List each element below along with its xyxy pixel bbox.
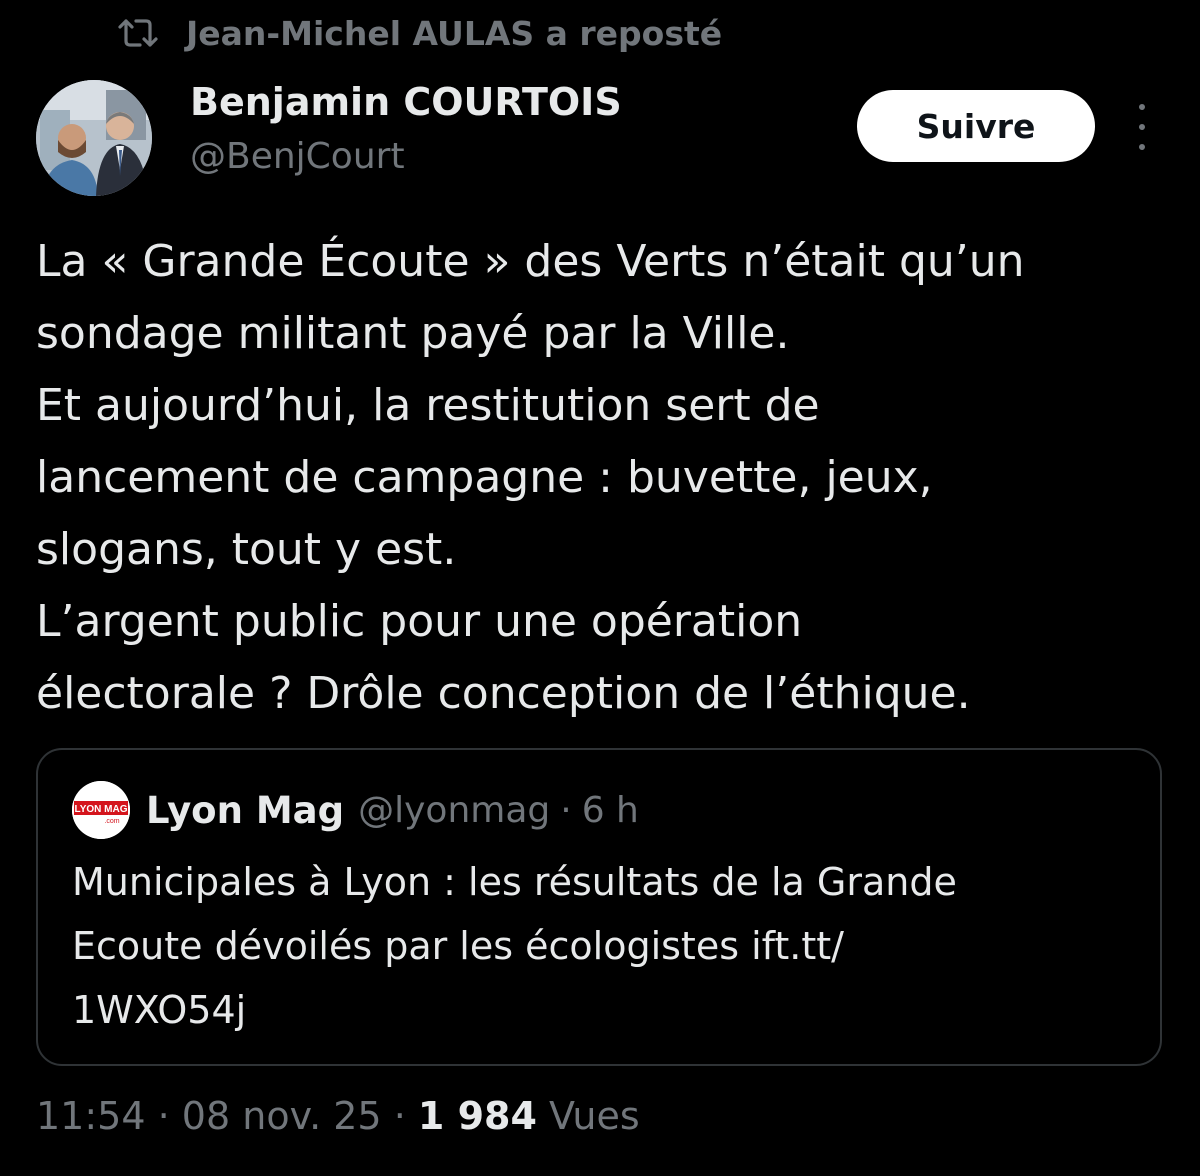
more-options-button[interactable]: [1122, 104, 1162, 150]
more-vertical-icon: [1139, 104, 1145, 110]
separator-dot: ·: [393, 1094, 406, 1138]
separator-dot: ·: [560, 789, 572, 831]
tweet-line: lancement de campagne : buvette, jeux,: [36, 452, 933, 503]
follow-button[interactable]: Suivre: [857, 90, 1095, 162]
quoted-tweet-text: Municipales à Lyon : les résultats de la…: [72, 850, 1122, 1042]
tweet-metadata: 11:54 · 08 nov. 25 · 1 984 Vues: [36, 1094, 640, 1138]
tweet-date[interactable]: 08 nov. 25: [182, 1094, 382, 1138]
author-avatar[interactable]: [36, 80, 152, 196]
tweet-line: sondage militant payé par la Ville.: [36, 308, 790, 359]
more-vertical-icon: [1139, 144, 1145, 150]
quoted-tweet-line: Municipales à Lyon : les résultats de la…: [72, 860, 957, 904]
quoted-author-name[interactable]: Lyon Mag: [146, 789, 344, 832]
lyonmag-avatar[interactable]: LYON MAG .com: [72, 781, 130, 839]
tweet-time[interactable]: 11:54: [36, 1094, 146, 1138]
quoted-tweet-time[interactable]: 6 h: [582, 790, 639, 831]
repost-indicator[interactable]: Jean-Michel AULAS a reposté: [118, 10, 722, 56]
quoted-tweet-card[interactable]: LYON MAG .com Lyon Mag @lyonmag · 6 h Mu…: [36, 748, 1162, 1066]
repost-text: Jean-Michel AULAS a reposté: [186, 13, 723, 53]
svg-text:LYON MAG: LYON MAG: [75, 804, 128, 815]
quoted-author-handle[interactable]: @lyonmag: [358, 790, 550, 831]
author-handle[interactable]: @BenjCourt: [190, 136, 405, 177]
views-count[interactable]: 1 984: [418, 1094, 537, 1138]
tweet-line: électorale ? Drôle conception de l’éthiq…: [36, 668, 971, 719]
quoted-tweet-header: LYON MAG .com Lyon Mag @lyonmag · 6 h: [72, 781, 639, 839]
author-name[interactable]: Benjamin COURTOIS: [190, 80, 622, 124]
svg-text:.com: .com: [104, 818, 119, 825]
more-vertical-icon: [1139, 124, 1145, 130]
tweet-text: La « Grande Écoute » des Verts n’était q…: [36, 226, 1176, 730]
quoted-tweet-line: Ecoute dévoilés par les écologistes ift.…: [72, 924, 844, 968]
lyonmag-logo: LYON MAG .com: [72, 781, 130, 839]
views-label: Vues: [549, 1094, 640, 1138]
tweet-line: slogans, tout y est.: [36, 524, 457, 575]
tweet-line: Et aujourd’hui, la restitution sert de: [36, 380, 820, 431]
tweet-line: La « Grande Écoute » des Verts n’était q…: [36, 236, 1025, 287]
separator-dot: ·: [157, 1094, 170, 1138]
tweet-line: L’argent public pour une opération: [36, 596, 803, 647]
profile-photo: [36, 80, 152, 196]
repost-icon: [118, 15, 158, 51]
quoted-tweet-line: 1WXO54j: [72, 988, 247, 1032]
